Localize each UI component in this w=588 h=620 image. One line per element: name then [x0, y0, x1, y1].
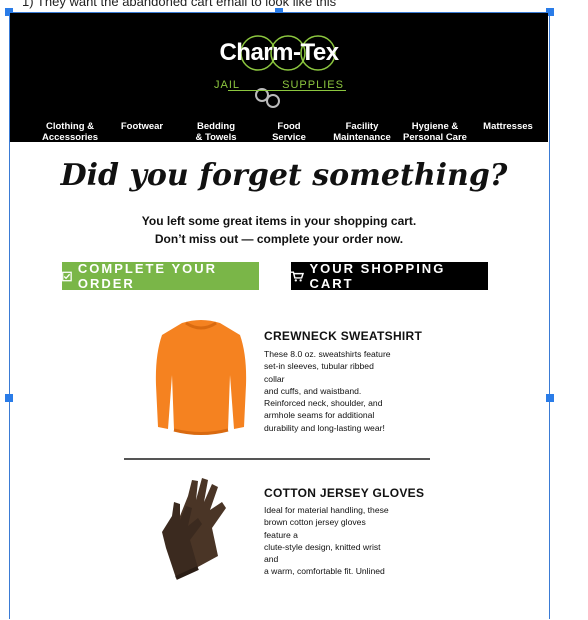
nav-item-line1: Footwear — [120, 121, 164, 132]
product-desc-line: and cuffs, and waistband. — [264, 385, 362, 396]
nav-item-line1: Clothing & — [45, 121, 94, 132]
gloves-image[interactable] — [158, 476, 248, 582]
nav-item-line2: Personal Care — [403, 132, 467, 143]
nav-item-mattresses[interactable]: Mattresses — [480, 121, 536, 132]
nav-item-line1: Facility — [345, 121, 379, 132]
nav-item-line2: Maintenance — [333, 132, 391, 143]
nav-item-line2: Service — [272, 132, 306, 143]
email-header: Charm-Tex JAIL SUPPLIES Clothing & Acces… — [10, 13, 548, 143]
checkbox-icon — [62, 271, 72, 281]
sweatshirt-image[interactable] — [152, 315, 250, 437]
product-desc-line: durability and long-lasting wear! — [264, 422, 385, 433]
brand-name: Charm-Tex — [219, 39, 339, 66]
subtext-line2: Don’t miss out — complete your order now… — [154, 232, 404, 246]
nav-item-line1: Hygiene & — [411, 121, 459, 132]
product-desc-line: armhole seams for additional — [264, 410, 375, 421]
product-desc-line: a warm, comfortable fit. Unlined — [264, 566, 385, 577]
nav-item-hygiene[interactable]: Hygiene & Personal Care — [400, 121, 470, 143]
product-title[interactable]: COTTON JERSEY GLOVES — [264, 486, 424, 500]
logo-underline — [228, 90, 346, 91]
document-caption: 1) They want the abandoned cart email to… — [22, 0, 337, 9]
product-desc-line: set-in sleeves, tubular ribbed collar — [264, 361, 374, 384]
complete-order-label: COMPLETE YOUR ORDER — [77, 261, 218, 291]
product-desc-line: Reinforced neck, shoulder, and — [264, 398, 383, 409]
nav-item-line1: Mattresses — [483, 121, 533, 132]
cart-icon — [291, 270, 304, 282]
product-description: Ideal for material handling, these brown… — [264, 504, 394, 578]
nav-item-line1: Bedding — [197, 121, 235, 132]
nav-item-line2: Accessories — [42, 132, 98, 143]
product-title[interactable]: CREWNECK SWEATSHIRT — [264, 329, 422, 343]
subtext-line1: You left some great items in your shoppi… — [141, 214, 417, 228]
resize-handle-left[interactable] — [5, 394, 13, 402]
nav-item-line2: & Towels — [195, 132, 237, 143]
product-description: These 8.0 oz. sweatshirts feature set-in… — [264, 348, 394, 434]
nav-item-bedding[interactable]: Bedding & Towels — [188, 121, 244, 143]
nav-item-line1: Food — [277, 121, 301, 132]
product-desc-line: clute-style design, knitted wrist and — [264, 541, 381, 565]
resize-handle-right[interactable] — [546, 394, 554, 402]
product-desc-line: brown cotton jersey gloves feature a — [264, 517, 366, 540]
nav-item-facility[interactable]: Facility Maintenance — [330, 121, 394, 143]
product-divider — [124, 458, 430, 460]
complete-order-button[interactable]: COMPLETE YOUR ORDER — [62, 261, 259, 291]
shopping-cart-button[interactable]: YOUR SHOPPING CART — [291, 261, 488, 291]
category-nav: Clothing & Accessories Footwear Bedding … — [20, 121, 558, 147]
nav-item-footwear[interactable]: Footwear — [116, 121, 168, 132]
nav-item-clothing[interactable]: Clothing & Accessories — [40, 121, 100, 143]
product-desc-line: These 8.0 oz. sweatshirts feature — [264, 349, 391, 359]
product-desc-line: Ideal for material handling, these — [264, 505, 389, 515]
nav-item-food-service[interactable]: Food Service — [264, 121, 314, 143]
headline: Did you forget something? — [60, 158, 508, 193]
shopping-cart-label: YOUR SHOPPING CART — [309, 261, 446, 291]
